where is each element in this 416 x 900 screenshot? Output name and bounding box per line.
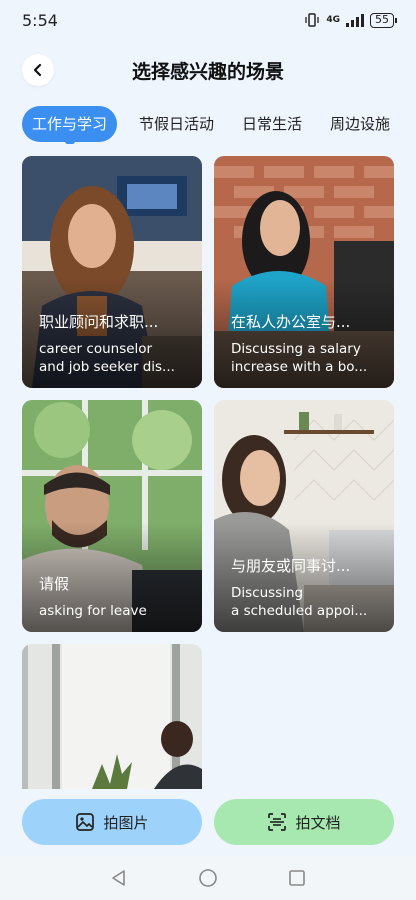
card-text: 与朋友或同事讨... Discussing a scheduled appoi.… [231, 555, 382, 620]
nav-recents-icon[interactable] [288, 869, 306, 887]
image-icon [76, 813, 95, 831]
card-title: 与朋友或同事讨... [231, 557, 351, 575]
card-subtitle: Discussing a salary increase with a bo..… [231, 340, 382, 376]
signal-icon [346, 13, 364, 27]
vibrate-icon [305, 13, 319, 27]
header: 选择感兴趣的场景 [0, 48, 416, 92]
system-nav-bar [0, 856, 416, 900]
card-subtitle-line-2: a scheduled appoi... [231, 603, 368, 619]
card-subtitle: asking for leave [39, 602, 190, 620]
scan-document-label: 拍文档 [295, 813, 341, 832]
network-type: 4G [326, 15, 340, 25]
scenario-card-partial[interactable] [22, 644, 202, 789]
card-subtitle: Discussing a scheduled appoi... [231, 584, 382, 620]
tab-work-study[interactable]: 工作与学习 [22, 106, 118, 144]
card-title: 请假 [39, 575, 70, 593]
card-subtitle-line-2: and job seeker dis... [39, 359, 175, 375]
card-text: 职业顾问和求职... career counselor and job seek… [39, 311, 190, 376]
card-subtitle-line-1: asking for leave [39, 603, 147, 619]
card-title: 职业顾问和求职... [39, 313, 159, 331]
scenario-card-salary-increase[interactable]: 在私人办公室与... Discussing a salary increase … [214, 156, 394, 388]
card-photo-office [22, 644, 202, 789]
battery-icon: 55 [370, 12, 397, 28]
card-text: 在私人办公室与... Discussing a salary increase … [231, 311, 382, 376]
card-subtitle-line-2: increase with a bo... [231, 359, 368, 375]
status-bar: 5:54 4G 55 [0, 0, 416, 40]
status-time: 5:54 [22, 10, 58, 30]
chevron-left-icon [33, 63, 42, 77]
take-photo-label: 拍图片 [103, 813, 149, 832]
card-subtitle: career counselor and job seeker dis... [39, 340, 190, 376]
card-subtitle-line-1: Discussing [231, 585, 304, 601]
battery-level: 55 [375, 12, 389, 26]
card-title: 在私人办公室与... [231, 313, 351, 331]
nav-back-icon[interactable] [110, 869, 128, 887]
tab-holiday-activities[interactable]: 节假日活动 [125, 106, 228, 142]
tab-nearby-facilities[interactable]: 周边设施 [316, 106, 404, 142]
take-photo-button[interactable]: 拍图片 [22, 799, 202, 845]
scenario-card-discussing-appointment[interactable]: 与朋友或同事讨... Discussing a scheduled appoi.… [214, 400, 394, 632]
back-button[interactable] [22, 54, 54, 86]
category-tabs: 工作与学习 节假日活动 日常生活 周边设施 [22, 104, 416, 144]
tab-daily-life[interactable]: 日常生活 [228, 106, 316, 142]
status-icons: 4G 55 [304, 12, 397, 28]
card-subtitle-line-1: career counselor [39, 341, 153, 357]
scenario-card-career-counselor[interactable]: 职业顾问和求职... career counselor and job seek… [22, 156, 202, 388]
nav-home-icon[interactable] [198, 868, 218, 888]
bottom-action-bar: 拍图片 拍文档 [22, 799, 394, 845]
card-subtitle-line-1: Discussing a salary [231, 341, 361, 357]
scan-document-button[interactable]: 拍文档 [214, 799, 394, 845]
scan-document-icon [268, 813, 287, 831]
scenario-card-asking-leave[interactable]: 请假 asking for leave [22, 400, 202, 632]
card-text: 请假 asking for leave [39, 573, 190, 620]
page-title: 选择感兴趣的场景 [131, 60, 284, 83]
